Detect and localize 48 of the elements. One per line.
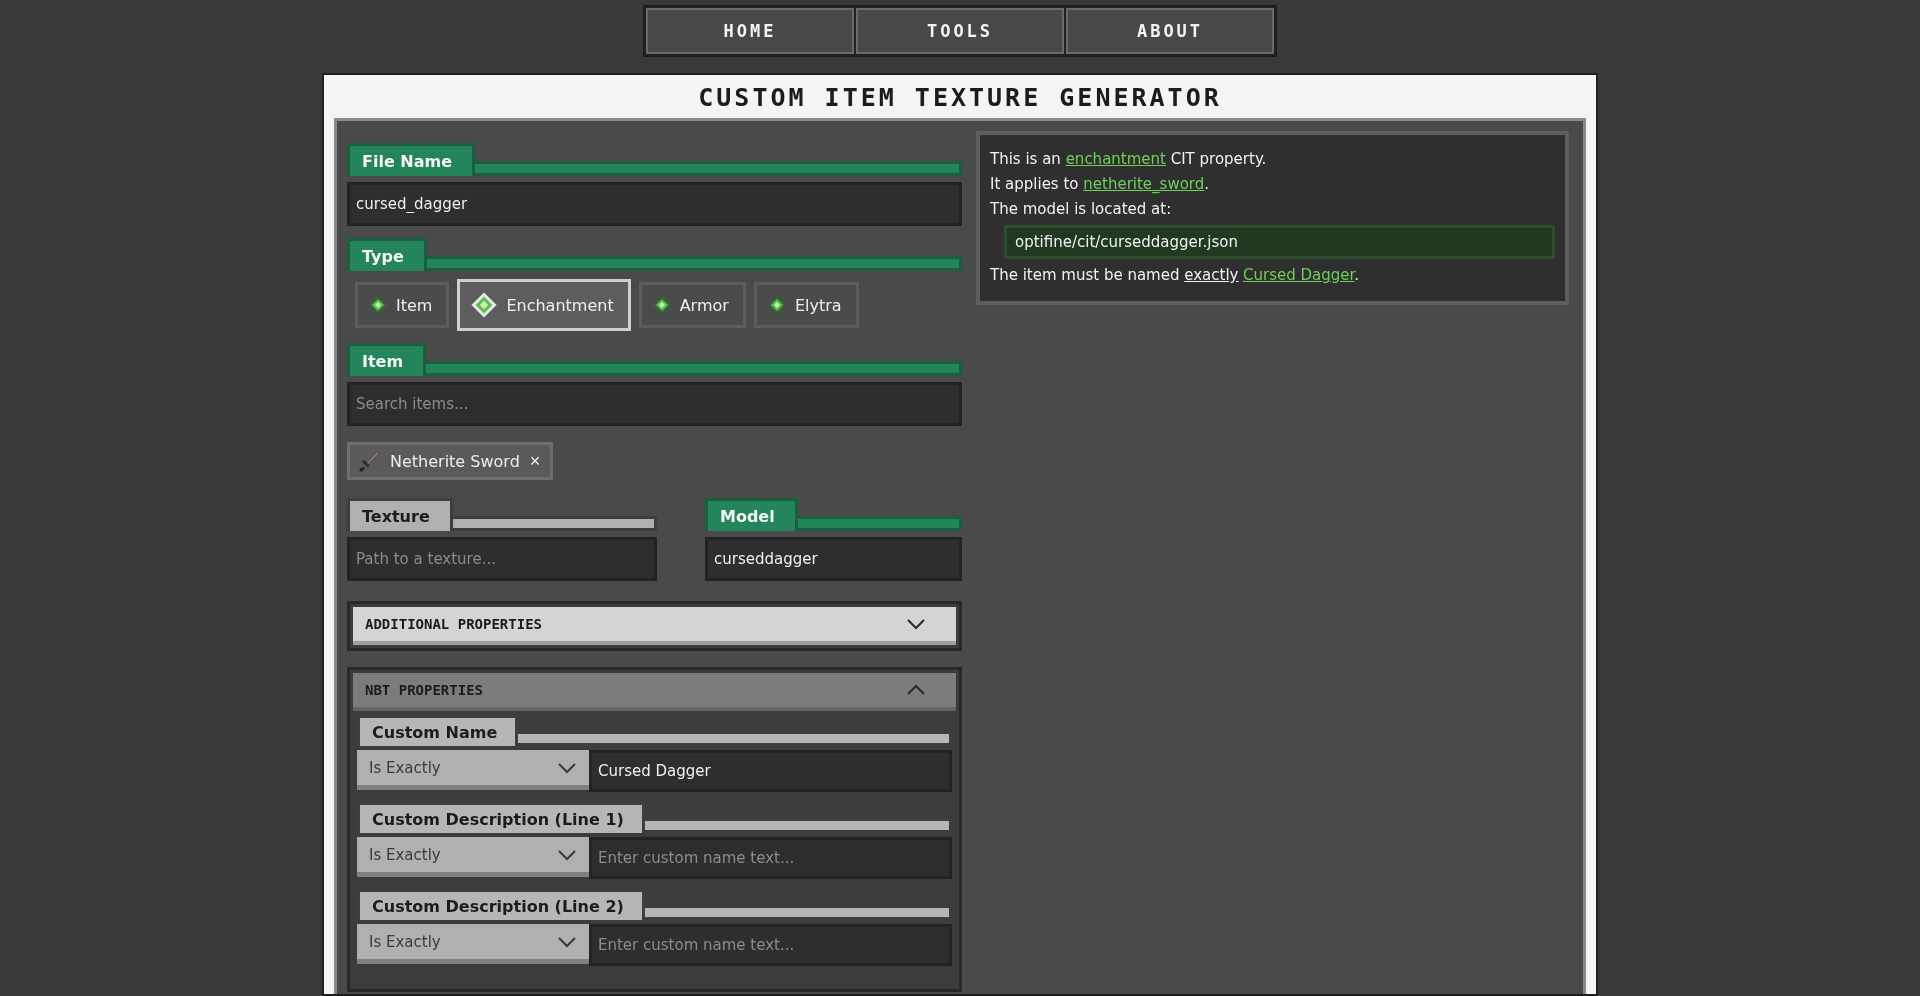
info-text: The item must be named exactly Cursed Dagger.	[990, 266, 1361, 284]
match-dropdown[interactable]: Is Exactly	[357, 924, 589, 964]
model-path: optifine/cit/curseddagger.json	[1004, 225, 1555, 259]
field-label: File Name	[347, 143, 476, 176]
info-link[interactable]: enchantment	[1065, 150, 1166, 168]
nbt-value-field[interactable]: Cursed Dagger	[589, 750, 952, 792]
diamond-icon	[766, 295, 787, 315]
nbt-value-field[interactable]: Enter custom name text...	[589, 924, 952, 966]
field-label: Custom Description (Line 1)	[357, 802, 645, 833]
nbt-value-field[interactable]: Enter custom name text...	[589, 837, 952, 879]
texture-field[interactable]: Path to a texture...	[347, 537, 657, 581]
file-name-field[interactable]: cursed_dagger	[347, 182, 962, 226]
info-text: The model is located at:	[990, 200, 1173, 218]
diamond-icon	[368, 295, 388, 315]
chevron-icon	[906, 684, 926, 696]
field-label: Item	[347, 343, 427, 376]
chip-label: Netherite Sword	[390, 451, 520, 471]
diamond-icon	[470, 291, 499, 319]
model-field[interactable]: curseddagger	[705, 537, 962, 581]
page-title: CUSTOM ITEM TEXTURE GENERATOR	[697, 82, 1223, 114]
match-dropdown[interactable]: Is Exactly	[357, 837, 589, 877]
field-label: Model	[705, 498, 798, 531]
type-option[interactable]: Armor	[638, 282, 746, 328]
section-header[interactable]: ADDITIONAL PROPERTIES	[353, 607, 956, 645]
type-option[interactable]: Elytra	[753, 282, 859, 328]
nav-button[interactable]: TOOLS	[856, 8, 1064, 54]
info-text: It applies to netherite_sword.	[990, 175, 1211, 193]
nav-button[interactable]: ABOUT	[1066, 8, 1274, 54]
nav-button[interactable]: HOME	[646, 8, 854, 54]
type-option[interactable]: Enchantment	[457, 279, 631, 331]
sword-icon	[358, 449, 382, 473]
field-label: Type	[347, 238, 427, 271]
info-link[interactable]: netherite_sword	[1083, 175, 1205, 193]
item-chip[interactable]: Netherite Sword ×	[347, 442, 554, 480]
chevron-icon	[906, 618, 926, 630]
type-option[interactable]: Item	[355, 282, 450, 328]
section-header[interactable]: NBT PROPERTIES	[353, 673, 956, 711]
info-text: This is an enchantment CIT property.	[990, 150, 1268, 168]
info-link[interactable]: Cursed Dagger	[1243, 266, 1355, 284]
diamond-icon	[651, 295, 672, 315]
search-field[interactable]: Search items...	[347, 382, 962, 426]
field-label: Texture	[347, 498, 453, 531]
field-label: Custom Description (Line 2)	[357, 889, 645, 920]
chevron-icon	[557, 935, 577, 948]
match-dropdown[interactable]: Is Exactly	[357, 750, 589, 790]
chevron-icon	[557, 848, 577, 861]
remove-button[interactable]: ×	[527, 450, 543, 472]
chevron-icon	[557, 761, 577, 774]
